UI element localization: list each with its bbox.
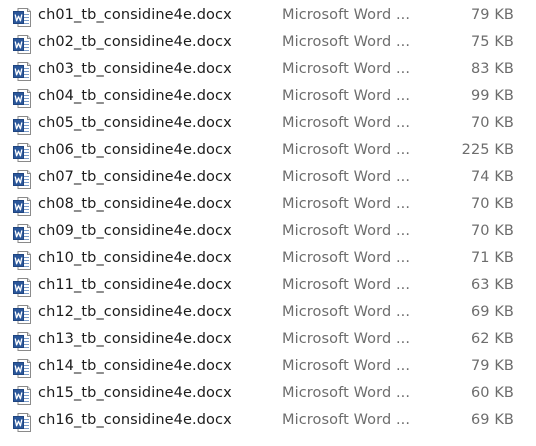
word-document-icon (13, 332, 31, 352)
word-document-icon (13, 62, 31, 82)
file-row[interactable]: ch11_tb_considine4e.docx Microsoft Word … (0, 274, 536, 301)
file-size: 225 KB (461, 142, 514, 159)
file-name: ch03_tb_considine4e.docx (38, 61, 232, 78)
file-name: ch16_tb_considine4e.docx (38, 412, 232, 429)
word-document-icon (13, 278, 31, 298)
file-size: 69 KB (470, 412, 514, 429)
file-row[interactable]: ch07_tb_considine4e.docx Microsoft Word … (0, 166, 536, 193)
file-size: 74 KB (470, 169, 514, 186)
file-name: ch08_tb_considine4e.docx (38, 196, 232, 213)
file-size: 83 KB (470, 61, 514, 78)
file-type: Microsoft Word ... (282, 304, 411, 321)
file-row[interactable]: ch16_tb_considine4e.docx Microsoft Word … (0, 409, 536, 436)
file-type: Microsoft Word ... (282, 277, 411, 294)
word-document-icon (13, 413, 31, 433)
file-type: Microsoft Word ... (282, 385, 411, 402)
file-name: ch04_tb_considine4e.docx (38, 88, 232, 105)
file-row[interactable]: ch08_tb_considine4e.docx Microsoft Word … (0, 193, 536, 220)
file-size: 70 KB (470, 115, 514, 132)
file-name: ch15_tb_considine4e.docx (38, 385, 232, 402)
word-document-icon (13, 197, 31, 217)
word-document-icon (13, 143, 31, 163)
file-row[interactable]: ch09_tb_considine4e.docx Microsoft Word … (0, 220, 536, 247)
word-document-icon (13, 8, 31, 27)
file-type: Microsoft Word ... (282, 250, 411, 267)
file-row[interactable]: ch10_tb_considine4e.docx Microsoft Word … (0, 247, 536, 274)
file-size: 69 KB (470, 304, 514, 321)
file-name: ch02_tb_considine4e.docx (38, 34, 232, 51)
word-document-icon (13, 116, 31, 136)
file-size: 63 KB (470, 277, 514, 294)
file-row[interactable]: ch15_tb_considine4e.docx Microsoft Word … (0, 382, 536, 409)
file-name: ch13_tb_considine4e.docx (38, 331, 232, 348)
file-size: 70 KB (470, 223, 514, 240)
file-type: Microsoft Word ... (282, 61, 411, 78)
file-row[interactable]: ch12_tb_considine4e.docx Microsoft Word … (0, 301, 536, 328)
file-size: 99 KB (470, 88, 514, 105)
file-type: Microsoft Word ... (282, 34, 411, 51)
word-document-icon (13, 359, 31, 379)
file-type: Microsoft Word ... (282, 7, 411, 23)
file-row[interactable]: ch05_tb_considine4e.docx Microsoft Word … (0, 112, 536, 139)
file-type: Microsoft Word ... (282, 169, 411, 186)
word-document-icon (13, 170, 31, 190)
file-size: 71 KB (470, 250, 514, 267)
file-row[interactable]: ch01_tb_considine4e.docx Microsoft Word … (0, 4, 536, 31)
file-size: 62 KB (470, 331, 514, 348)
file-type: Microsoft Word ... (282, 331, 411, 348)
file-row[interactable]: ch04_tb_considine4e.docx Microsoft Word … (0, 85, 536, 112)
file-name: ch05_tb_considine4e.docx (38, 115, 232, 132)
file-row[interactable]: ch02_tb_considine4e.docx Microsoft Word … (0, 31, 536, 58)
file-size: 79 KB (470, 7, 514, 23)
file-size: 75 KB (470, 34, 514, 51)
file-type: Microsoft Word ... (282, 88, 411, 105)
file-type: Microsoft Word ... (282, 196, 411, 213)
file-size: 70 KB (470, 196, 514, 213)
file-row[interactable]: ch13_tb_considine4e.docx Microsoft Word … (0, 328, 536, 355)
file-name: ch14_tb_considine4e.docx (38, 358, 232, 375)
word-document-icon (13, 251, 31, 271)
file-type: Microsoft Word ... (282, 412, 411, 429)
file-name: ch01_tb_considine4e.docx (38, 7, 232, 23)
file-size: 79 KB (470, 358, 514, 375)
file-name: ch11_tb_considine4e.docx (38, 277, 232, 294)
file-list: ch01_tb_considine4e.docx Microsoft Word … (0, 0, 536, 446)
word-document-icon (13, 35, 31, 55)
word-document-icon (13, 305, 31, 325)
word-document-icon (13, 224, 31, 244)
file-size: 60 KB (470, 385, 514, 402)
word-document-icon (13, 89, 31, 109)
file-type: Microsoft Word ... (282, 115, 411, 132)
file-type: Microsoft Word ... (282, 358, 411, 375)
file-name: ch09_tb_considine4e.docx (38, 223, 232, 240)
file-name: ch06_tb_considine4e.docx (38, 142, 232, 159)
file-row[interactable]: ch14_tb_considine4e.docx Microsoft Word … (0, 355, 536, 382)
word-document-icon (13, 386, 31, 406)
file-type: Microsoft Word ... (282, 142, 411, 159)
file-name: ch07_tb_considine4e.docx (38, 169, 232, 186)
file-name: ch12_tb_considine4e.docx (38, 304, 232, 321)
file-row[interactable]: ch03_tb_considine4e.docx Microsoft Word … (0, 58, 536, 85)
file-name: ch10_tb_considine4e.docx (38, 250, 232, 267)
file-type: Microsoft Word ... (282, 223, 411, 240)
file-row[interactable]: ch06_tb_considine4e.docx Microsoft Word … (0, 139, 536, 166)
